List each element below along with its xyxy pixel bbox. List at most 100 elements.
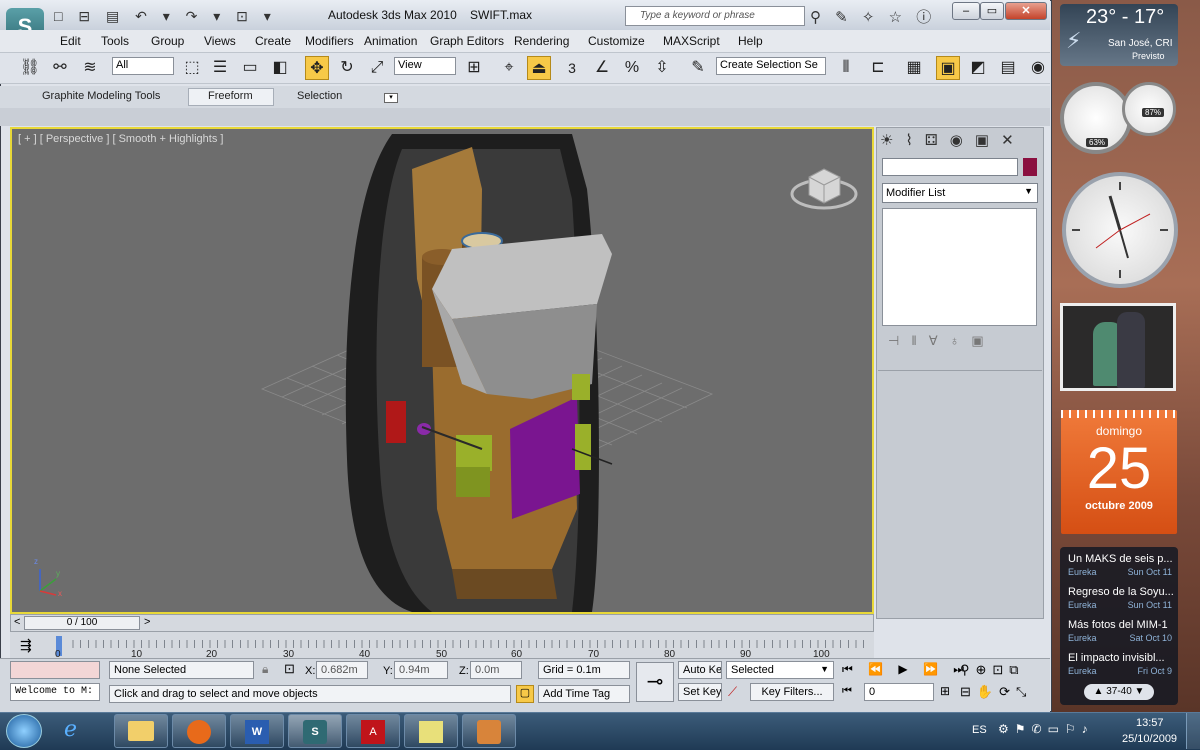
news-pager[interactable]: ▲ 37-40 ▼ [1084,684,1154,700]
news-title[interactable]: Un MAKS de seis p... [1068,553,1174,565]
set-key-icon[interactable]: ⊸ [636,662,674,702]
window-crossing-icon[interactable]: ◧ [268,56,292,80]
minimize-button[interactable]: ‒ [952,2,980,20]
pager-down-icon[interactable]: ▼ [1132,686,1145,697]
time-prev-button[interactable]: < [14,616,20,628]
object-name-field[interactable] [882,158,1018,176]
time-slider-thumb[interactable]: 0 / 100 [24,616,140,630]
key-filters-button[interactable]: Key Filters... [750,683,834,701]
time-next-button[interactable]: > [144,616,150,628]
selection-filter-dropdown[interactable]: All [112,57,174,75]
object-color-swatch[interactable] [1023,158,1037,176]
menu-tools[interactable]: Tools [101,34,129,48]
viewport-nav-icons-bottom[interactable]: ⊟✋⟳⤡ [960,684,1032,700]
infocenter-icons[interactable]: ⚲ ✎ ✧ ☆ ⓘ [810,6,936,27]
tab-graphite-modeling-tools[interactable]: Graphite Modeling Tools [42,90,160,102]
menu-customize[interactable]: Customize [588,34,645,48]
start-button[interactable] [6,714,42,748]
default-tangents-icon[interactable]: ⟋ [728,684,737,700]
layer-manager-icon[interactable]: ▦ [902,56,926,80]
auto-key-button[interactable]: Auto Key [678,661,722,679]
scale-icon[interactable]: ⤢ [365,56,389,80]
y-coord-field[interactable]: 0.94m [394,661,448,679]
news-title[interactable]: Regreso de la Soyu... [1068,586,1174,598]
viewport-nav-icons-top[interactable]: ⚲⊕⊡⧉ [960,662,1025,678]
mirror-icon[interactable]: ⫴ [834,56,858,80]
angle-snap-icon[interactable]: ∠ [590,56,614,80]
time-tag-icon[interactable]: ▢ [516,685,534,703]
playback-controls[interactable]: ⏮ ⏪ ▶ ⏩ ⏭ [842,662,970,677]
named-selection-icon[interactable]: ✎ [686,56,710,80]
tab-selection[interactable]: Selection [297,90,342,102]
calendar-gadget[interactable]: domingo 25 octubre 2009 [1061,410,1177,534]
keyboard-shortcut-icon[interactable]: ⏏ [527,56,551,80]
schematic-view-icon[interactable]: ▤ [996,56,1020,80]
current-frame-field[interactable]: 0 [864,683,934,701]
menu-animation[interactable]: Animation [364,34,417,48]
pager-up-icon[interactable]: ▲ [1094,686,1107,697]
menu-create[interactable]: Create [255,34,291,48]
menu-edit[interactable]: Edit [60,34,81,48]
menu-modifiers[interactable]: Modifiers [305,34,354,48]
snap-toggle-icon[interactable]: 3 [560,56,584,80]
search-input[interactable]: Type a keyword or phrase [625,6,805,26]
quick-access-icons[interactable]: □ ⊟ ▤ ↶ ▾ ↷ ▾ ⊡ ▾ [54,8,277,25]
x-coord-field[interactable]: 0.682m [316,661,368,679]
tab-freeform[interactable]: Freeform [208,90,253,102]
language-indicator[interactable]: ES [972,724,987,736]
rect-selection-icon[interactable]: ▭ [238,56,262,80]
perspective-viewport[interactable]: [ + ] [ Perspective ] [ Smooth + Highlig… [10,127,874,614]
modifier-stack[interactable] [882,208,1037,326]
menu-group[interactable]: Group [151,34,184,48]
ie-icon[interactable]: ℯ [64,716,77,742]
show-desktop-button[interactable] [1186,713,1200,749]
tray-icons[interactable]: ⚙⚑✆▭⚐♪ [998,722,1094,736]
news-title[interactable]: El impacto invisibl... [1068,652,1174,664]
taskbar-app[interactable] [462,714,516,748]
stack-tools-icons[interactable]: ⊣‖∀♁▣ [888,333,996,349]
link-icon[interactable]: ⛓ [18,56,42,80]
bind-spacewarp-icon[interactable]: ≋ [78,56,102,80]
pivot-center-icon[interactable]: ⊞ [462,56,486,80]
graphite-toggle-icon[interactable]: ▣ [936,56,960,80]
menu-views[interactable]: Views [204,34,236,48]
unlink-icon[interactable]: ⚯ [48,56,72,80]
taskbar-3dsmax[interactable]: S [288,714,342,748]
taskbar-acrobat[interactable]: A [346,714,400,748]
menu-rendering[interactable]: Rendering [514,34,569,48]
select-object-icon[interactable]: ⬚ [180,56,204,80]
maxscript-input[interactable] [10,661,100,679]
named-selection-dropdown[interactable]: Create Selection Se [716,57,826,75]
add-time-tag-button[interactable]: Add Time Tag [538,685,630,703]
select-by-name-icon[interactable]: ☰ [208,56,232,80]
modifier-list-dropdown[interactable]: Modifier List ▼ [882,183,1038,203]
material-editor-icon[interactable]: ◉ [1026,56,1050,80]
spinner-snap-icon[interactable]: ⇳ [650,56,674,80]
reference-coord-dropdown[interactable]: View [394,57,456,75]
weather-gadget[interactable]: 23° - 17° San José, CRI Previsto ⚡︎ [1060,4,1178,66]
maxscript-listener[interactable]: Welcome to M: [10,683,100,701]
z-coord-field[interactable]: 0.0m [470,661,522,679]
maximize-button[interactable]: ▭ [980,2,1004,20]
clock-gadget[interactable] [1062,172,1178,288]
percent-snap-icon[interactable]: % [620,56,644,80]
select-manipulate-icon[interactable]: ⌖ [497,56,521,80]
key-mode-dropdown[interactable]: Selected ▼ [726,661,834,679]
taskbar-word[interactable]: W [230,714,284,748]
time-config-icon[interactable]: ⊞ [940,684,950,698]
transform-mode-icon[interactable]: ⊡ [284,661,295,677]
align-icon[interactable]: ⊏ [866,56,890,80]
key-mode-toggle-icon[interactable]: ⏮ [842,685,852,698]
ribbon-options-icon[interactable]: ▾ [384,93,398,103]
taskbar-explorer[interactable] [114,714,168,748]
move-icon[interactable]: ✥ [305,56,329,80]
news-title[interactable]: Más fotos del MIM-1 [1068,619,1174,631]
rotate-icon[interactable]: ↻ [335,56,359,80]
taskbar-sticky[interactable] [404,714,458,748]
photo-gadget[interactable] [1060,303,1176,391]
close-button[interactable]: ✕ [1005,2,1047,20]
menu-maxscript[interactable]: MAXScript [663,34,720,48]
menu-graph-editors[interactable]: Graph Editors [430,34,504,48]
open-mini-curve-icon[interactable]: ⇶ [20,637,32,654]
taskbar-media[interactable] [172,714,226,748]
